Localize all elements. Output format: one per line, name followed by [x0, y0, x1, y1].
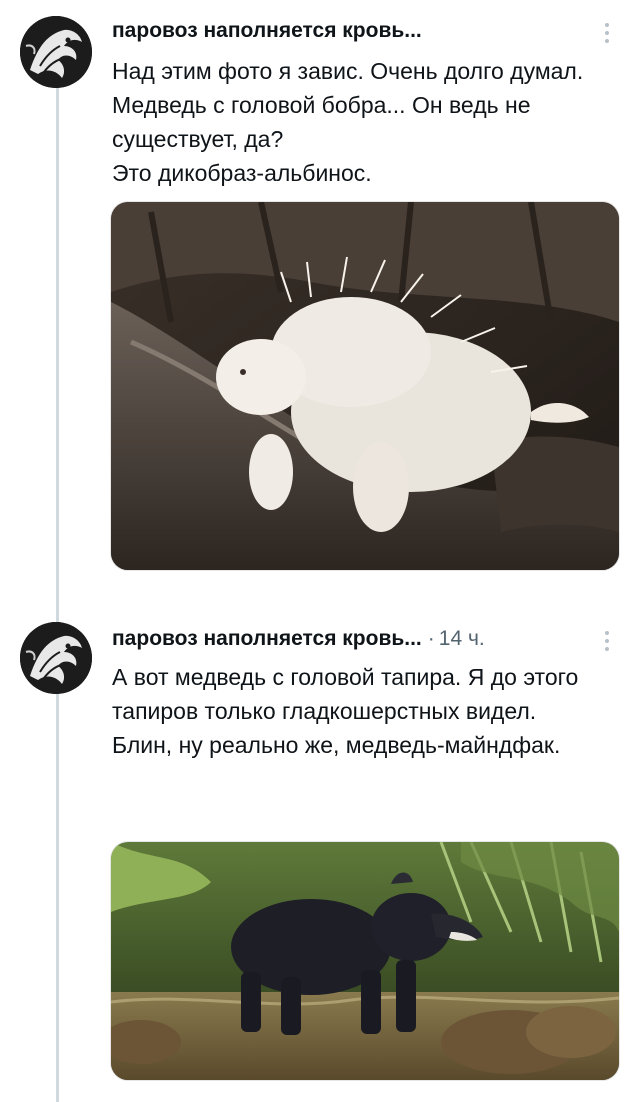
albino-porcupine-photo[interactable]: [110, 201, 620, 571]
tweet-text: Над этим фото я завис. Очень долго думал…: [112, 54, 610, 190]
tweet[interactable]: паровоз наполняется кровь... Над этим фо…: [0, 0, 640, 590]
tweet-header: паровоз наполняется кровь...: [112, 16, 600, 46]
timestamp[interactable]: 14 ч.: [439, 627, 485, 651]
avatar[interactable]: [20, 16, 92, 88]
author-name[interactable]: паровоз наполняется кровь...: [112, 19, 422, 43]
separator-dot: ·: [427, 627, 435, 650]
tweet-paragraph: Блин, ну реально же, медведь-майндфак.: [112, 732, 561, 758]
tweet-paragraph: Над этим фото я завис. Очень долго думал…: [112, 58, 584, 152]
tapir-photo[interactable]: [110, 841, 620, 1081]
tweet-paragraph: Это дикобраз-альбинос.: [112, 160, 372, 186]
tweet-paragraph: А вот медведь с головой тапира. Я до это…: [112, 664, 579, 724]
vertical-dots-icon[interactable]: [594, 18, 620, 48]
vertical-dots-icon[interactable]: [594, 626, 620, 656]
author-name[interactable]: паровоз наполняется кровь...: [112, 627, 422, 651]
tweet-header: паровоз наполняется кровь... · 14 ч.: [112, 624, 600, 654]
tweet-text: А вот медведь с головой тапира. Я до это…: [112, 660, 610, 762]
tweet[interactable]: паровоз наполняется кровь... · 14 ч. А в…: [0, 612, 640, 1102]
avatar[interactable]: [20, 622, 92, 694]
